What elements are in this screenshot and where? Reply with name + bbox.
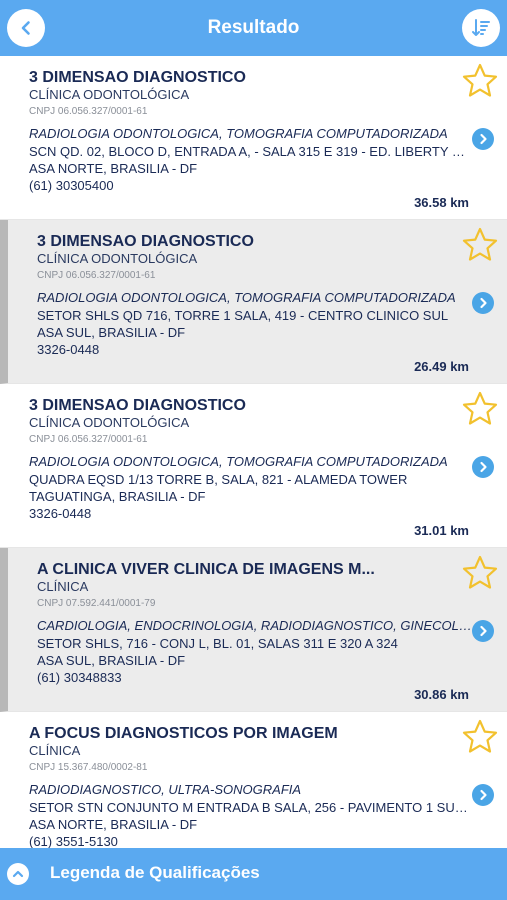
details-button[interactable] bbox=[472, 292, 494, 314]
chevron-right-icon bbox=[480, 789, 487, 801]
chevron-right-icon bbox=[480, 297, 487, 309]
top-bar: Resultado bbox=[0, 0, 507, 56]
provider-cnpj: CNPJ 06.056.327/0001-61 bbox=[29, 434, 148, 445]
provider-type: CLÍNICA ODONTOLÓGICA bbox=[29, 415, 190, 430]
provider-name: 3 DIMENSAO DIAGNOSTICO bbox=[37, 233, 254, 250]
details-button[interactable] bbox=[472, 128, 494, 150]
provider-distance: 31.01 km bbox=[414, 523, 469, 538]
chevron-left-icon bbox=[21, 21, 30, 35]
provider-specialties: RADIODIAGNOSTICO, ULTRA-SONOGRAFIA bbox=[29, 782, 302, 797]
provider-specialties: RADIOLOGIA ODONTOLOGICA, TOMOGRAFIA COMP… bbox=[37, 290, 456, 305]
star-outline-icon[interactable] bbox=[461, 390, 499, 428]
provider-distance: 26.49 km bbox=[414, 359, 469, 374]
page-title: Resultado bbox=[207, 17, 300, 38]
provider-address: SETOR SHLS QD 716, TORRE 1 SALA, 419 - C… bbox=[37, 308, 449, 323]
provider-distance: 30.86 km bbox=[414, 687, 469, 702]
back-button[interactable] bbox=[7, 9, 45, 47]
result-card[interactable]: 3 DIMENSAO DIAGNOSTICO CLÍNICA ODONTOLÓG… bbox=[0, 384, 507, 548]
provider-specialties: CARDIOLOGIA, ENDOCRINOLOGIA, RADIODIAGNO… bbox=[37, 618, 477, 633]
provider-phone[interactable]: 3326-0448 bbox=[29, 506, 91, 521]
provider-type: CLÍNICA bbox=[37, 579, 89, 594]
provider-name: 3 DIMENSAO DIAGNOSTICO bbox=[29, 397, 246, 414]
sort-icon bbox=[472, 19, 490, 36]
provider-cnpj: CNPJ 15.367.480/0002-81 bbox=[29, 762, 148, 773]
star-outline-icon[interactable] bbox=[461, 554, 499, 592]
result-card[interactable]: A FOCUS DIAGNOSTICOS POR IMAGEM CLÍNICA … bbox=[0, 712, 507, 848]
details-button[interactable] bbox=[472, 784, 494, 806]
provider-address: QUADRA EQSD 1/13 TORRE B, SALA, 821 - AL… bbox=[29, 472, 408, 487]
legend-label[interactable]: Legenda de Qualificações bbox=[50, 863, 260, 883]
provider-phone[interactable]: (61) 30305400 bbox=[29, 178, 114, 193]
provider-city: TAGUATINGA, BRASILIA - DF bbox=[29, 489, 206, 504]
provider-city: ASA SUL, BRASILIA - DF bbox=[37, 325, 186, 340]
expand-legend-button[interactable] bbox=[7, 863, 29, 885]
provider-name: A CLINICA VIVER CLINICA DE IMAGENS M... bbox=[37, 561, 375, 578]
provider-cnpj: CNPJ 07.592.441/0001-79 bbox=[37, 598, 156, 609]
chevron-right-icon bbox=[480, 461, 487, 473]
legend-bar[interactable]: Legenda de Qualificações bbox=[0, 848, 507, 900]
provider-type: CLÍNICA ODONTOLÓGICA bbox=[29, 87, 190, 102]
provider-address: SETOR SHLS, 716 - CONJ L, BL. 01, SALAS … bbox=[37, 636, 398, 651]
result-card[interactable]: A CLINICA VIVER CLINICA DE IMAGENS M... … bbox=[0, 548, 507, 712]
details-button[interactable] bbox=[472, 620, 494, 642]
provider-cnpj: CNPJ 06.056.327/0001-61 bbox=[37, 270, 156, 281]
result-card[interactable]: 3 DIMENSAO DIAGNOSTICO CLÍNICA ODONTOLÓG… bbox=[0, 56, 507, 220]
sort-button[interactable] bbox=[462, 9, 500, 47]
provider-city: ASA NORTE, BRASILIA - DF bbox=[29, 817, 198, 832]
provider-type: CLÍNICA ODONTOLÓGICA bbox=[37, 251, 198, 266]
provider-address: SETOR STN CONJUNTO M ENTRADA B SALA, 256… bbox=[29, 800, 469, 815]
provider-phone[interactable]: (61) 30348833 bbox=[37, 670, 122, 685]
provider-type: CLÍNICA bbox=[29, 743, 81, 758]
star-outline-icon[interactable] bbox=[461, 226, 499, 264]
provider-name: 3 DIMENSAO DIAGNOSTICO bbox=[29, 69, 246, 86]
star-outline-icon[interactable] bbox=[461, 62, 499, 100]
provider-specialties: RADIOLOGIA ODONTOLOGICA, TOMOGRAFIA COMP… bbox=[29, 454, 448, 469]
provider-distance: 36.58 km bbox=[414, 195, 469, 210]
chevron-right-icon bbox=[480, 133, 487, 145]
provider-address: SCN QD. 02, BLOCO D, ENTRADA A, - SALA 3… bbox=[29, 144, 469, 159]
details-button[interactable] bbox=[472, 456, 494, 478]
provider-city: ASA SUL, BRASILIA - DF bbox=[37, 653, 186, 668]
provider-specialties: RADIOLOGIA ODONTOLOGICA, TOMOGRAFIA COMP… bbox=[29, 126, 448, 141]
provider-phone[interactable]: 3326-0448 bbox=[37, 342, 99, 357]
provider-city: ASA NORTE, BRASILIA - DF bbox=[29, 161, 198, 176]
star-outline-icon[interactable] bbox=[461, 718, 499, 756]
provider-phone[interactable]: (61) 3551-5130 bbox=[29, 834, 118, 848]
provider-name: A FOCUS DIAGNOSTICOS POR IMAGEM bbox=[29, 725, 338, 742]
result-card[interactable]: 3 DIMENSAO DIAGNOSTICO CLÍNICA ODONTOLÓG… bbox=[0, 220, 507, 384]
chevron-right-icon bbox=[480, 625, 487, 637]
results-list[interactable]: 3 DIMENSAO DIAGNOSTICO CLÍNICA ODONTOLÓG… bbox=[0, 56, 507, 848]
chevron-up-icon bbox=[12, 870, 24, 878]
provider-cnpj: CNPJ 06.056.327/0001-61 bbox=[29, 106, 148, 117]
